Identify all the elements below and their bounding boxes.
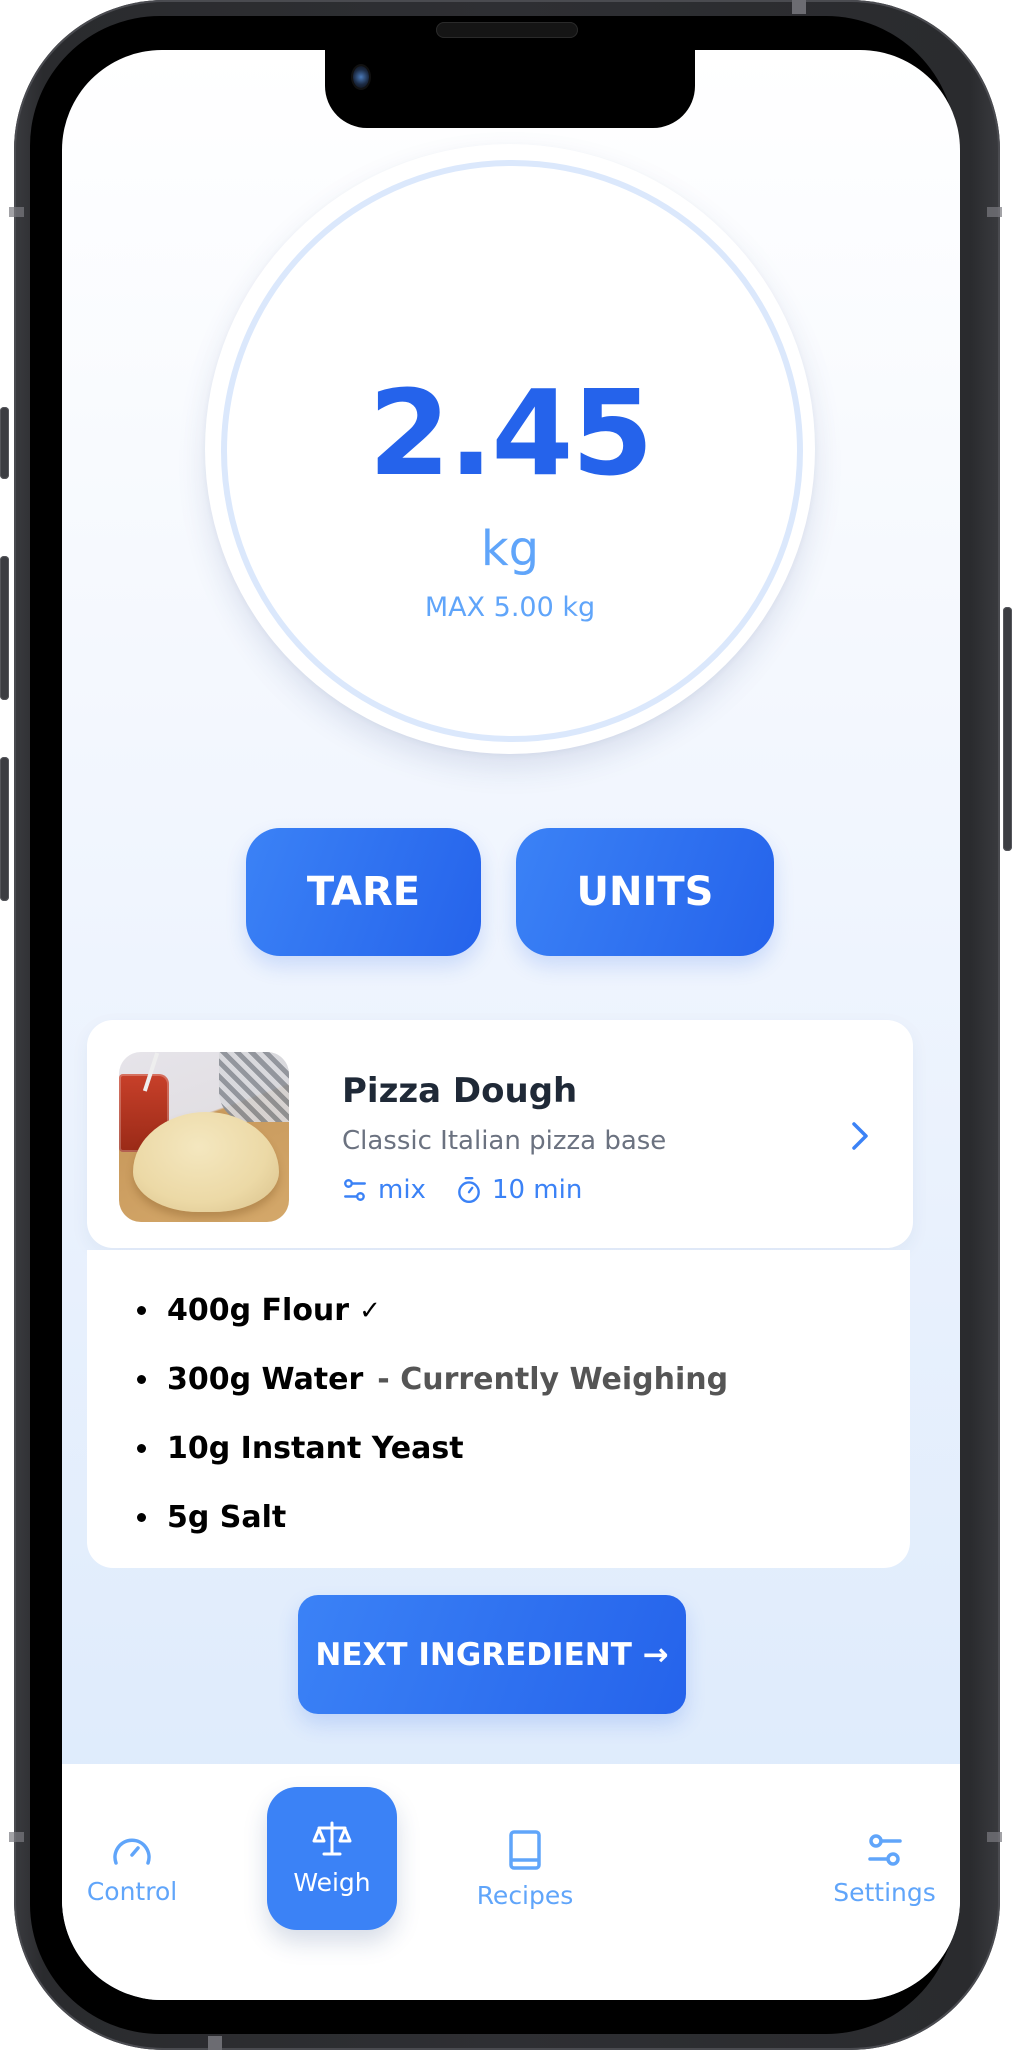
nav-label: Weigh (293, 1868, 371, 1897)
bottom-nav: Control Weigh Recipes Settings (62, 1764, 960, 2000)
ingredient-status: - Currently Weighing (377, 1362, 729, 1397)
ingredient-item: 400g Flour ✓ (137, 1276, 728, 1345)
nav-item-weigh[interactable]: Weigh (267, 1787, 397, 1930)
check-icon: ✓ (359, 1295, 381, 1326)
ingredients-list: 400g Flour ✓ 300g Water - Currently Weig… (137, 1276, 728, 1552)
units-button[interactable]: UNITS (516, 828, 774, 956)
ingredient-item: 10g Instant Yeast (137, 1414, 728, 1483)
front-camera (353, 66, 369, 88)
ingredient-item-current: 300g Water - Currently Weighing (137, 1345, 728, 1414)
sliders-icon (344, 1179, 366, 1201)
weight-unit: kg (480, 521, 540, 577)
nav-item-settings[interactable]: Settings (822, 1784, 947, 1954)
nav-label: Control (86, 1876, 178, 1906)
weight-value: 2.45 (368, 364, 653, 502)
ingredient-item: 5g Salt (137, 1483, 728, 1552)
antenna-band (9, 207, 24, 217)
nav-item-recipes[interactable]: Recipes (460, 1784, 590, 1954)
ingredient-label: 400g Flour (167, 1293, 350, 1328)
recipe-meta-time: 10 min (456, 1176, 582, 1204)
volume-down-button (0, 757, 9, 901)
silent-switch (0, 407, 9, 479)
ingredient-label: 10g Instant Yeast (167, 1431, 464, 1466)
recipe-meta-time-label: 10 min (491, 1175, 583, 1205)
volume-up-button (0, 556, 9, 700)
scale-icon (312, 1821, 352, 1856)
antenna-band (792, 0, 806, 14)
scale-display: 2.45 kg MAX 5.00 kg (205, 144, 815, 754)
recipe-meta: mix 10 min (342, 1176, 582, 1204)
bullet (137, 1375, 146, 1384)
chevron-right-icon[interactable] (845, 1116, 875, 1156)
recipe-thumbnail (119, 1052, 289, 1222)
max-capacity-label: MAX 5.00 kg (424, 592, 596, 623)
ingredient-label: 300g Water (167, 1362, 364, 1397)
nav-item-control[interactable]: Control (62, 1784, 202, 1954)
tare-button[interactable]: TARE (246, 828, 481, 956)
stopwatch-icon (458, 1176, 480, 1204)
earpiece-speaker (436, 22, 578, 38)
gauge-icon (113, 1838, 151, 1865)
recipe-description: Classic Italian pizza base (342, 1126, 667, 1156)
bullet (137, 1306, 146, 1315)
recipe-meta-mix: mix (342, 1177, 426, 1203)
ingredient-label: 5g Salt (167, 1500, 287, 1535)
book-icon (509, 1829, 541, 1870)
thumbnail-cloth (219, 1052, 289, 1122)
nav-label: Recipes (476, 1880, 574, 1910)
nav-label: Settings (833, 1877, 936, 1907)
recipe-title: Pizza Dough (342, 1071, 578, 1111)
antenna-band (208, 2036, 222, 2050)
power-button (1003, 607, 1012, 851)
antenna-band (987, 207, 1002, 217)
antenna-band (987, 1832, 1002, 1842)
bullet (137, 1513, 146, 1522)
bullet (137, 1444, 146, 1453)
antenna-band (9, 1832, 24, 1842)
notch (325, 50, 695, 128)
recipe-card[interactable]: Pizza Dough Classic Italian pizza base m… (87, 1020, 913, 1248)
recipe-meta-mix-label: mix (378, 1175, 426, 1205)
sliders-icon (867, 1833, 902, 1866)
app-screen: 2.45 kg MAX 5.00 kg TARE UNITS Pizza Dou… (62, 50, 960, 2000)
ingredients-card: 400g Flour ✓ 300g Water - Currently Weig… (87, 1250, 910, 1568)
next-ingredient-button[interactable]: NEXT INGREDIENT → (298, 1595, 686, 1714)
